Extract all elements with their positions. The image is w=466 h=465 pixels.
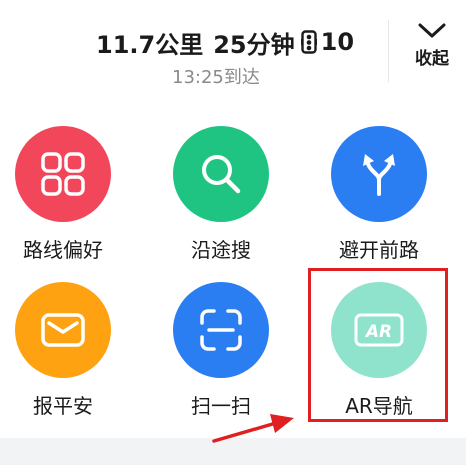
avoid-road-ahead-label: 避开前路 <box>339 238 419 262</box>
avoid-road-ahead-button[interactable]: 避开前路 <box>326 126 446 276</box>
navigation-panel: 11.7公里 25分钟 10 13:25到达 收起 路线偏好 沿途搜 避开前路 … <box>0 0 466 465</box>
scan-circle <box>173 282 269 378</box>
report-safe-button[interactable]: 报平安 <box>10 282 130 432</box>
route-summary: 11.7公里 25分钟 10 <box>96 26 355 59</box>
report-safe-label: 报平安 <box>33 394 93 418</box>
traffic-light-icon <box>300 30 317 54</box>
highlight-annotation-box <box>308 268 448 422</box>
search-icon <box>202 155 241 194</box>
route-preference-icon <box>41 152 85 196</box>
bottom-panel-edge <box>0 438 466 465</box>
scan-icon <box>200 309 242 351</box>
scan-button[interactable]: 扫一扫 <box>168 282 288 432</box>
duration-value: 25分钟 <box>213 30 295 59</box>
search-along-route-circle <box>173 126 269 222</box>
scan-label: 扫一扫 <box>191 394 251 418</box>
search-along-route-button[interactable]: 沿途搜 <box>168 126 288 276</box>
chevron-down-icon <box>418 23 446 38</box>
avoid-road-ahead-circle <box>331 126 427 222</box>
collapse-label: 收起 <box>415 49 449 69</box>
header-divider <box>388 20 389 82</box>
distance-value: 11.7公里 <box>96 30 204 59</box>
traffic-light-count: 10 <box>320 28 355 56</box>
route-preference-circle <box>15 126 111 222</box>
collapse-button[interactable]: 收起 <box>398 22 466 82</box>
search-along-route-label: 沿途搜 <box>191 238 251 262</box>
route-preference-button[interactable]: 路线偏好 <box>10 126 130 276</box>
fork-arrows-icon <box>363 154 395 196</box>
envelope-icon <box>41 313 85 347</box>
report-safe-circle <box>15 282 111 378</box>
route-preference-label: 路线偏好 <box>23 238 103 262</box>
arrival-time: 13:25到达 <box>172 67 260 88</box>
